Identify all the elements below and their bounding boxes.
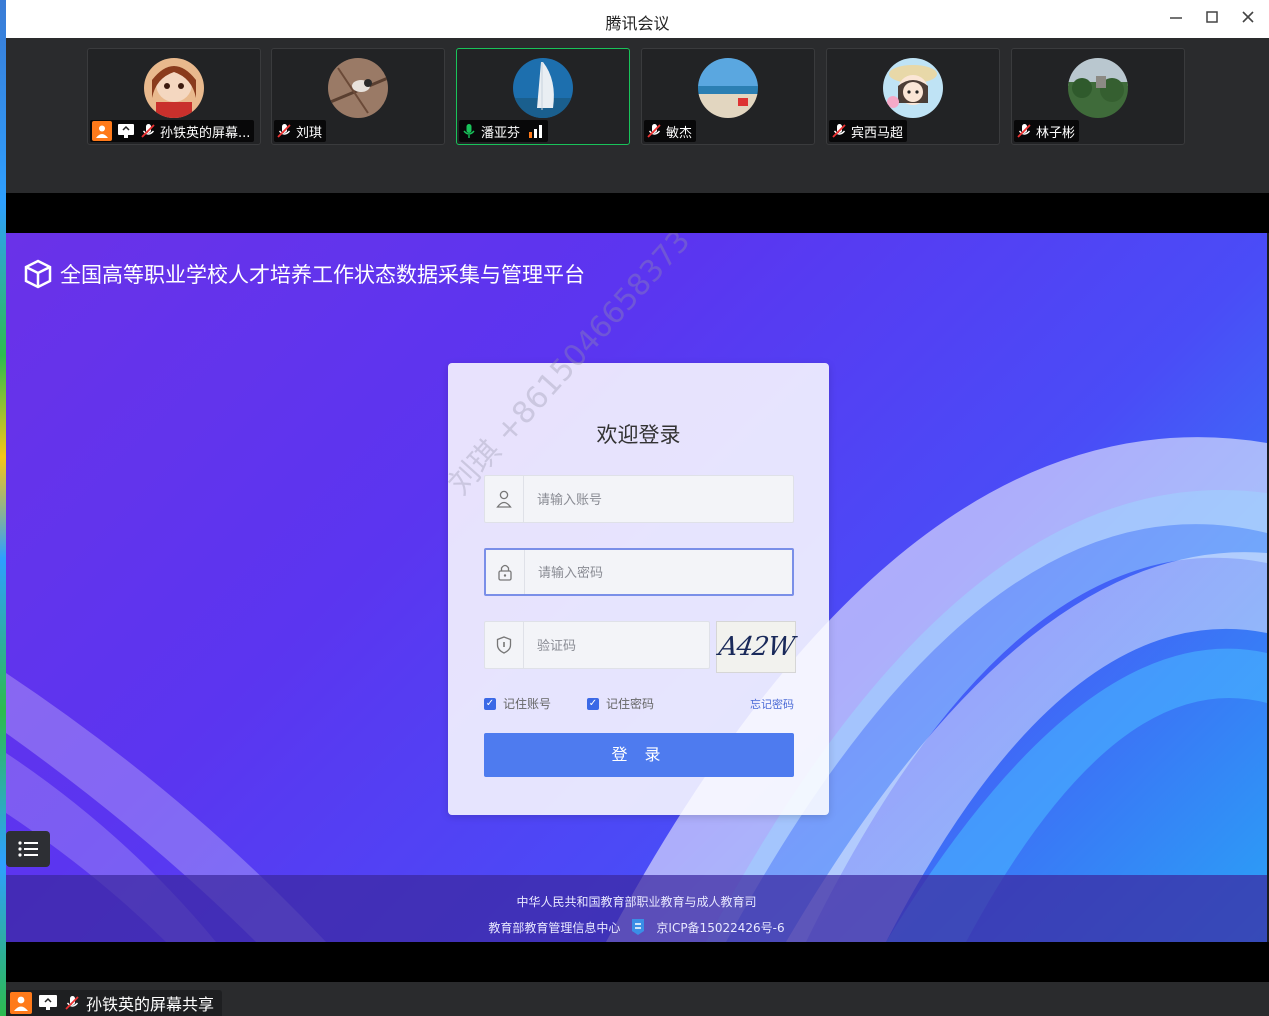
mic-muted-icon xyxy=(1017,124,1031,138)
participant-name: 潘亚芬 xyxy=(481,125,521,141)
participant-tile[interactable]: 林子彬 xyxy=(1011,48,1185,145)
platform-title: 全国高等职业学校人才培养工作状态数据采集与管理平台 xyxy=(60,263,585,287)
host-person-icon xyxy=(92,121,112,141)
participant-name: 孙铁英的屏幕... xyxy=(160,125,251,141)
participant-namebar: 宾西马超 xyxy=(829,120,908,142)
screen-sharer-label: 孙铁英的屏幕共享 xyxy=(6,990,223,1016)
list-menu-icon xyxy=(18,841,38,857)
password-input[interactable] xyxy=(536,550,780,596)
participant-tile[interactable]: 敏杰 xyxy=(641,48,815,145)
letterbox-top xyxy=(6,193,1269,233)
menu-list-button[interactable] xyxy=(6,831,50,867)
participant-namebar: 林子彬 xyxy=(1014,120,1080,142)
landscape-avatar xyxy=(1068,58,1128,118)
participant-name: 刘琪 xyxy=(296,125,323,141)
password-field[interactable] xyxy=(484,548,794,596)
mic-muted-icon xyxy=(277,124,291,138)
mic-muted-icon xyxy=(647,124,661,138)
emblem-icon xyxy=(632,919,645,935)
participant-name: 敏杰 xyxy=(666,125,693,141)
login-card: 欢迎登录 A42W ✓ 记住账号 ✓ 记住密码 忘记密码 登 录 xyxy=(448,363,829,815)
participant-tile[interactable]: 孙铁英的屏幕... xyxy=(87,48,261,145)
login-button[interactable]: 登 录 xyxy=(484,733,794,777)
footer-icp: 京ICP备15022426号-6 xyxy=(656,920,785,935)
captcha-input[interactable] xyxy=(535,622,699,670)
checkmark-icon: ✓ xyxy=(484,697,496,710)
window-titlebar: 腾讯会议 xyxy=(6,0,1269,39)
checkmark-icon: ✓ xyxy=(587,697,599,710)
participant-strip: 孙铁英的屏幕... 刘琪 潘亚芬 敏杰 宾西马超 林子彬 xyxy=(6,38,1269,155)
window-title: 腾讯会议 xyxy=(605,14,670,33)
burj-al-arab-avatar xyxy=(513,58,573,118)
toolbar-spacer xyxy=(6,155,1269,193)
participant-name: 宾西马超 xyxy=(851,125,904,141)
bottom-bar: 孙铁英的屏幕共享 xyxy=(6,982,1269,1016)
footer-line-1: 中华人民共和国教育部职业教育与成人教育司 xyxy=(516,895,757,909)
captcha-text: A42W xyxy=(716,632,796,662)
shield-icon xyxy=(485,622,524,668)
minimize-icon[interactable] xyxy=(1163,6,1189,32)
remember-password-label: 记住密码 xyxy=(606,697,655,711)
mic-muted-icon xyxy=(65,996,79,1010)
participant-name: 林子彬 xyxy=(1036,125,1076,141)
participant-namebar: 刘琪 xyxy=(274,120,327,142)
participant-namebar: 潘亚芬 xyxy=(459,120,549,142)
anime-girl-avatar xyxy=(144,58,204,118)
mic-muted-icon xyxy=(141,124,155,138)
captcha-image[interactable]: A42W xyxy=(716,621,796,673)
participant-tile[interactable]: 刘琪 xyxy=(271,48,445,145)
bird-branch-avatar xyxy=(328,58,388,118)
remember-password-checkbox[interactable]: ✓ 记住密码 xyxy=(587,695,654,712)
remember-account-checkbox[interactable]: ✓ 记住账号 xyxy=(484,695,551,712)
user-icon xyxy=(485,476,524,522)
letterbox-bottom xyxy=(6,942,1269,982)
mic-active-icon xyxy=(463,124,475,138)
cartoon-girl-avatar xyxy=(883,58,943,118)
login-title: 欢迎登录 xyxy=(596,423,681,447)
screen-share-icon xyxy=(116,122,136,140)
beach-avatar xyxy=(698,58,758,118)
cube-logo-icon xyxy=(24,259,52,289)
participant-tile[interactable]: 宾西马超 xyxy=(826,48,1000,145)
sharer-name: 孙铁英的屏幕共享 xyxy=(86,995,215,1014)
forgot-password-link[interactable]: 忘记密码 xyxy=(750,696,794,712)
page-footer: 中华人民共和国教育部职业教育与成人教育司 教育部教育管理信息中心 京ICP备15… xyxy=(6,875,1267,942)
account-input[interactable] xyxy=(535,476,779,524)
footer-center-name: 教育部教育管理信息中心 xyxy=(488,920,621,935)
footer-line-2: 教育部教育管理信息中心 京ICP备15022426号-6 xyxy=(6,917,1267,937)
shared-screen: 全国高等职业学校人才培养工作状态数据采集与管理平台 欢迎登录 A42W ✓ 记住… xyxy=(6,233,1267,942)
screen-share-icon xyxy=(38,994,58,1012)
host-person-icon xyxy=(10,992,32,1014)
participant-namebar: 孙铁英的屏幕... xyxy=(90,120,255,142)
participant-tile-speaking[interactable]: 潘亚芬 xyxy=(456,48,630,145)
remember-account-label: 记住账号 xyxy=(503,697,552,711)
platform-header: 全国高等职业学校人才培养工作状态数据采集与管理平台 xyxy=(24,259,585,289)
close-icon[interactable] xyxy=(1235,6,1261,32)
account-field[interactable] xyxy=(484,475,794,524)
maximize-icon[interactable] xyxy=(1199,6,1225,32)
participant-namebar: 敏杰 xyxy=(644,120,697,142)
lock-icon xyxy=(486,550,525,594)
signal-bars-icon xyxy=(529,125,543,138)
mic-muted-icon xyxy=(832,124,846,138)
captcha-field[interactable] xyxy=(484,621,710,670)
